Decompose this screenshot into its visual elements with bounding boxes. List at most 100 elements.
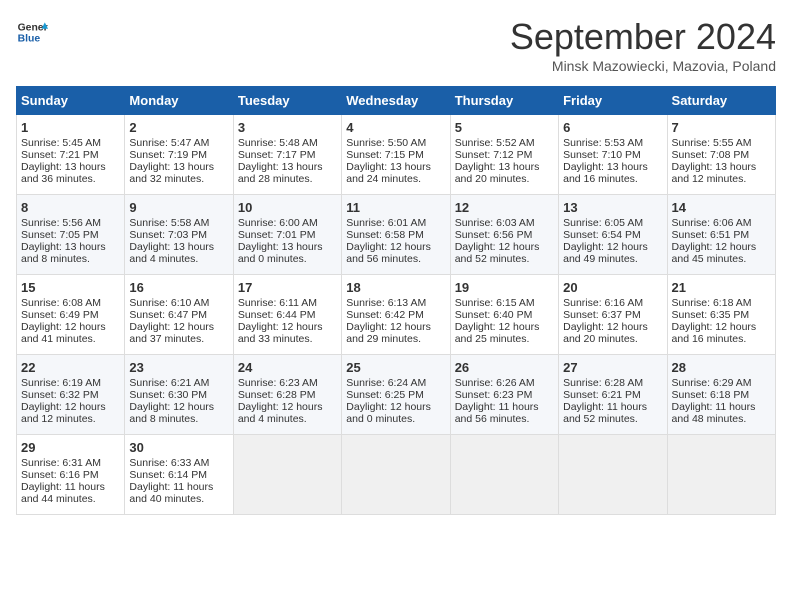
day-number: 15 bbox=[21, 280, 120, 295]
logo: General Blue bbox=[16, 16, 48, 48]
day-number: 11 bbox=[346, 200, 445, 215]
day-header-saturday: Saturday bbox=[667, 87, 775, 115]
calendar-cell: 19Sunrise: 6:15 AMSunset: 6:40 PMDayligh… bbox=[450, 275, 558, 355]
calendar-cell: 8Sunrise: 5:56 AMSunset: 7:05 PMDaylight… bbox=[17, 195, 125, 275]
sunrise-text: Sunrise: 5:58 AM bbox=[129, 217, 209, 229]
day-number: 19 bbox=[455, 280, 554, 295]
sunrise-text: Sunrise: 6:33 AM bbox=[129, 457, 209, 469]
sunrise-text: Sunrise: 6:19 AM bbox=[21, 377, 101, 389]
day-number: 22 bbox=[21, 360, 120, 375]
calendar-cell: 28Sunrise: 6:29 AMSunset: 6:18 PMDayligh… bbox=[667, 355, 775, 435]
day-number: 12 bbox=[455, 200, 554, 215]
calendar-cell: 20 Sunrise: 6:16 AMSunset: 6:37 PMDayligh… bbox=[559, 275, 667, 355]
day-number: 8 bbox=[21, 200, 120, 215]
sunset-text: Sunset: 6:44 PM bbox=[238, 309, 316, 321]
daylight-label: Daylight: 11 hours and 56 minutes. bbox=[455, 401, 539, 425]
daylight-label: Daylight: 12 hours and 20 minutes. bbox=[563, 321, 648, 345]
day-number: 9 bbox=[129, 200, 228, 215]
daylight-label: Daylight: 12 hours and 16 minutes. bbox=[672, 321, 757, 345]
daylight-label: Daylight: 13 hours and 20 minutes. bbox=[455, 161, 540, 185]
calendar-cell: 1Sunrise: 5:45 AMSunset: 7:21 PMDaylight… bbox=[17, 115, 125, 195]
sunset-text: Sunset: 6:56 PM bbox=[455, 229, 533, 241]
calendar-cell: 21Sunrise: 6:18 AMSunset: 6:35 PMDayligh… bbox=[667, 275, 775, 355]
calendar-cell bbox=[667, 435, 775, 515]
day-number: 14 bbox=[672, 200, 771, 215]
calendar-cell: 23Sunrise: 6:21 AMSunset: 6:30 PMDayligh… bbox=[125, 355, 233, 435]
sunrise-text: Sunrise: 6:06 AM bbox=[672, 217, 752, 229]
day-number: 20 bbox=[563, 280, 662, 295]
calendar-week-4: 15Sunrise: 6:08 AMSunset: 6:49 PMDayligh… bbox=[17, 275, 776, 355]
sunrise-text: Sunrise: 6:01 AM bbox=[346, 217, 426, 229]
day-number: 6 bbox=[563, 120, 662, 135]
day-header-monday: Monday bbox=[125, 87, 233, 115]
sunrise-text: Sunrise: 6:05 AM bbox=[563, 217, 643, 229]
daylight-label: Daylight: 11 hours and 40 minutes. bbox=[129, 481, 213, 505]
calendar-cell: 10Sunrise: 6:00 AMSunset: 7:01 PMDayligh… bbox=[233, 195, 341, 275]
sunrise-text: Sunrise: 5:52 AM bbox=[455, 137, 535, 149]
day-number: 10 bbox=[238, 200, 337, 215]
calendar-cell: 12Sunrise: 6:03 AMSunset: 6:56 PMDayligh… bbox=[450, 195, 558, 275]
calendar-cell: 22 Sunrise: 6:19 AMSunset: 6:32 PMDayligh… bbox=[17, 355, 125, 435]
calendar-cell: 29Sunrise: 6:31 AMSunset: 6:16 PMDayligh… bbox=[17, 435, 125, 515]
sunrise-text: Sunrise: 6:31 AM bbox=[21, 457, 101, 469]
calendar-cell: 6Sunrise: 5:53 AMSunset: 7:10 PMDaylight… bbox=[559, 115, 667, 195]
daylight-label: Daylight: 13 hours and 36 minutes. bbox=[21, 161, 106, 185]
calendar-week-5: 22Sunrise: 6:19 AMSunset: 6:32 PMDayligh… bbox=[17, 355, 776, 435]
calendar-cell: 26Sunrise: 6:26 AMSunset: 6:23 PMDayligh… bbox=[450, 355, 558, 435]
calendar-cell: 14Sunrise: 6:06 AMSunset: 6:51 PMDayligh… bbox=[667, 195, 775, 275]
sunset-text: Sunset: 7:19 PM bbox=[129, 149, 207, 161]
sunset-text: Sunset: 6:23 PM bbox=[455, 389, 533, 401]
daylight-label: Daylight: 12 hours and 0 minutes. bbox=[346, 401, 431, 425]
calendar-cell: 13Sunrise: 6:05 AMSunset: 6:54 PMDayligh… bbox=[559, 195, 667, 275]
sunrise-text: Sunrise: 6:16 AM bbox=[563, 297, 643, 309]
sunset-text: Sunset: 6:14 PM bbox=[129, 469, 207, 481]
daylight-label: Daylight: 13 hours and 32 minutes. bbox=[129, 161, 214, 185]
calendar-week-3: 8Sunrise: 5:56 AMSunset: 7:05 PMDaylight… bbox=[17, 195, 776, 275]
svg-text:Blue: Blue bbox=[18, 34, 41, 45]
sunset-text: Sunset: 6:37 PM bbox=[563, 309, 641, 321]
day-number: 13 bbox=[563, 200, 662, 215]
daylight-label: Daylight: 12 hours and 8 minutes. bbox=[129, 401, 214, 425]
daylight-label: Daylight: 13 hours and 8 minutes. bbox=[21, 241, 106, 265]
sunset-text: Sunset: 7:05 PM bbox=[21, 229, 99, 241]
day-number: 23 bbox=[129, 360, 228, 375]
calendar-cell bbox=[233, 435, 341, 515]
day-header-thursday: Thursday bbox=[450, 87, 558, 115]
day-number: 5 bbox=[455, 120, 554, 135]
daylight-label: Daylight: 13 hours and 0 minutes. bbox=[238, 241, 323, 265]
calendar-week-6: 29Sunrise: 6:31 AMSunset: 6:16 PMDayligh… bbox=[17, 435, 776, 515]
sunset-text: Sunset: 6:32 PM bbox=[21, 389, 99, 401]
sunrise-text: Sunrise: 5:53 AM bbox=[563, 137, 643, 149]
sunrise-text: Sunrise: 6:23 AM bbox=[238, 377, 318, 389]
sunset-text: Sunset: 6:54 PM bbox=[563, 229, 641, 241]
sunset-text: Sunset: 7:15 PM bbox=[346, 149, 424, 161]
sunrise-text: Sunrise: 5:55 AM bbox=[672, 137, 752, 149]
daylight-label: Daylight: 13 hours and 16 minutes. bbox=[563, 161, 648, 185]
daylight-label: Daylight: 12 hours and 12 minutes. bbox=[21, 401, 106, 425]
daylight-label: Daylight: 11 hours and 48 minutes. bbox=[672, 401, 756, 425]
sunrise-text: Sunrise: 6:28 AM bbox=[563, 377, 643, 389]
day-number: 2 bbox=[129, 120, 228, 135]
day-number: 29 bbox=[21, 440, 120, 455]
month-title: September 2024 bbox=[510, 16, 776, 58]
sunrise-text: Sunrise: 5:50 AM bbox=[346, 137, 426, 149]
calendar-cell: 15Sunrise: 6:08 AMSunset: 6:49 PMDayligh… bbox=[17, 275, 125, 355]
daylight-label: Daylight: 13 hours and 12 minutes. bbox=[672, 161, 757, 185]
day-header-wednesday: Wednesday bbox=[342, 87, 450, 115]
sunrise-text: Sunrise: 5:48 AM bbox=[238, 137, 318, 149]
calendar-week-2: 1Sunrise: 5:45 AMSunset: 7:21 PMDaylight… bbox=[17, 115, 776, 195]
calendar-table: SundayMondayTuesdayWednesdayThursdayFrid… bbox=[16, 86, 776, 515]
day-header-tuesday: Tuesday bbox=[233, 87, 341, 115]
day-number: 4 bbox=[346, 120, 445, 135]
day-number: 24 bbox=[238, 360, 337, 375]
daylight-label: Daylight: 13 hours and 28 minutes. bbox=[238, 161, 323, 185]
calendar-cell bbox=[450, 435, 558, 515]
daylight-label: Daylight: 12 hours and 52 minutes. bbox=[455, 241, 540, 265]
day-header-sunday: Sunday bbox=[17, 87, 125, 115]
calendar-cell: 30Sunrise: 6:33 AMSunset: 6:14 PMDayligh… bbox=[125, 435, 233, 515]
sunset-text: Sunset: 6:51 PM bbox=[672, 229, 750, 241]
sunrise-text: Sunrise: 6:13 AM bbox=[346, 297, 426, 309]
sunrise-text: Sunrise: 6:10 AM bbox=[129, 297, 209, 309]
sunset-text: Sunset: 6:47 PM bbox=[129, 309, 207, 321]
sunset-text: Sunset: 7:08 PM bbox=[672, 149, 750, 161]
